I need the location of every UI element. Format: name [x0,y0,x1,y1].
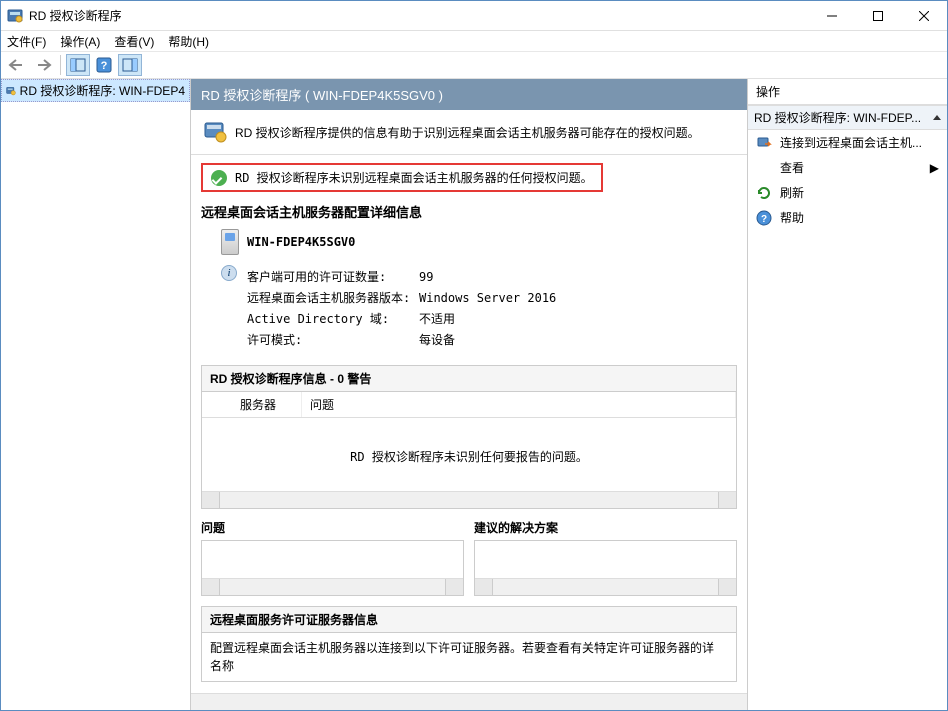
info-icon: i [221,265,237,281]
horizontal-scrollbar[interactable] [202,578,463,595]
main-body: RD 授权诊断程序提供的信息有助于识别远程桌面会话主机服务器可能存在的授权问题。… [191,110,747,693]
actions-header: 操作 [748,79,947,105]
actions-sub-text: RD 授权诊断程序: WIN-FDEP... [754,109,929,126]
grid-header: 服务器 问题 [202,392,736,418]
solution-title: 建议的解决方案 [474,519,737,536]
table-row: 远程桌面会话主机服务器版本:Windows Server 2016 [247,288,556,307]
menubar: 文件(F) 操作(A) 查看(V) 帮助(H) [1,31,947,51]
submenu-arrow-icon: ▶ [930,161,939,175]
success-icon [211,170,227,186]
tree-root-item[interactable]: RD 授权诊断程序: WIN-FDEP4 [1,79,190,102]
help-icon: ? [756,210,772,226]
main-panel: RD 授权诊断程序 ( WIN-FDEP4K5SGV0 ) RD 授权诊断程序提… [191,79,747,710]
blank-icon [756,160,772,176]
warnings-panel: RD 授权诊断程序信息 - 0 警告 服务器 问题 RD 授权诊断程序未识别任何… [201,365,737,509]
license-section: 远程桌面服务许可证服务器信息 配置远程桌面会话主机服务器以连接到以下许可证服务器… [201,606,737,682]
diagnostic-large-icon [203,120,227,144]
toolbar-separator [60,55,61,75]
main-header: RD 授权诊断程序 ( WIN-FDEP4K5SGV0 ) [191,79,747,110]
svg-text:?: ? [761,214,767,225]
server-row: WIN-FDEP4K5SGV0 [221,229,737,255]
titlebar[interactable]: RD 授权诊断程序 [1,1,947,31]
show-actions-button[interactable] [118,54,142,76]
table-row: Active Directory 域:不适用 [247,309,556,328]
warnings-grid: 服务器 问题 RD 授权诊断程序未识别任何要报告的问题。 [202,392,736,508]
connect-icon [756,135,772,151]
info-bar: RD 授权诊断程序提供的信息有助于识别远程桌面会话主机服务器可能存在的授权问题。 [191,110,747,155]
license-title: 远程桌面服务许可证服务器信息 [202,607,736,633]
problem-box [201,540,464,596]
main-horizontal-scrollbar[interactable] [191,693,747,710]
problem-solution-row: 问题 建议的解决方案 [201,519,737,596]
grid-col-problem[interactable]: 问题 [302,392,736,417]
grid-empty-text: RD 授权诊断程序未识别任何要报告的问题。 [202,418,736,491]
tree-root-label: RD 授权诊断程序: WIN-FDEP4 [20,82,185,99]
refresh-icon [756,185,772,201]
table-row: 客户端可用的许可证数量:99 [247,267,556,286]
solution-box [474,540,737,596]
action-view[interactable]: 查看 ▶ [748,155,947,180]
nav-forward-button[interactable] [31,54,55,76]
close-button[interactable] [901,1,947,31]
actions-panel: 操作 RD 授权诊断程序: WIN-FDEP... 连接到远程桌面会话主机...… [747,79,947,710]
problem-title: 问题 [201,519,464,536]
menu-help[interactable]: 帮助(H) [168,33,209,50]
show-tree-button[interactable] [66,54,90,76]
details-table: 客户端可用的许可证数量:99 远程桌面会话主机服务器版本:Windows Ser… [245,265,558,351]
details-row: i 客户端可用的许可证数量:99 远程桌面会话主机服务器版本:Windows S… [221,265,737,351]
svg-text:?: ? [101,60,108,72]
table-row: 许可模式:每设备 [247,330,556,349]
maximize-button[interactable] [855,1,901,31]
info-text: RD 授权诊断程序提供的信息有助于识别远程桌面会话主机服务器可能存在的授权问题。 [235,124,700,141]
action-label: 连接到远程桌面会话主机... [780,134,922,151]
action-help[interactable]: ? 帮助 [748,205,947,230]
diagnostic-icon [6,83,16,99]
config-section: 远程桌面会话主机服务器配置详细信息 WIN-FDEP4K5SGV0 i 客户端可… [201,202,737,351]
server-name: WIN-FDEP4K5SGV0 [247,235,355,249]
menu-action[interactable]: 操作(A) [60,33,100,50]
solution-column: 建议的解决方案 [474,519,737,596]
action-refresh[interactable]: 刷新 [748,180,947,205]
config-title: 远程桌面会话主机服务器配置详细信息 [201,202,737,221]
horizontal-scrollbar[interactable] [475,578,736,595]
tree-panel: RD 授权诊断程序: WIN-FDEP4 [1,79,191,710]
help-button[interactable]: ? [92,54,116,76]
collapse-caret-icon [933,115,941,120]
license-text: 配置远程桌面会话主机服务器以连接到以下许可证服务器。若要查看有关特定许可证服务器… [202,633,736,681]
action-label: 帮助 [780,209,804,226]
grid-col-server[interactable]: 服务器 [232,392,302,417]
toolbar: ? [1,51,947,79]
status-box: RD 授权诊断程序未识别远程桌面会话主机服务器的任何授权问题。 [201,163,603,192]
content-area: RD 授权诊断程序: WIN-FDEP4 RD 授权诊断程序 ( WIN-FDE… [1,79,947,710]
horizontal-scrollbar[interactable] [202,491,736,508]
app-window: RD 授权诊断程序 文件(F) 操作(A) 查看(V) 帮助(H) ? RD 授… [0,0,948,711]
menu-file[interactable]: 文件(F) [7,33,46,50]
action-connect[interactable]: 连接到远程桌面会话主机... [748,130,947,155]
warnings-title: RD 授权诊断程序信息 - 0 警告 [202,366,736,392]
server-icon [221,229,239,255]
problem-column: 问题 [201,519,464,596]
action-label: 刷新 [780,184,804,201]
menu-view[interactable]: 查看(V) [114,33,154,50]
app-icon [7,8,23,24]
action-label: 查看 [780,159,804,176]
window-title: RD 授权诊断程序 [29,7,809,24]
window-controls [809,1,947,31]
nav-back-button[interactable] [5,54,29,76]
minimize-button[interactable] [809,1,855,31]
status-text: RD 授权诊断程序未识别远程桌面会话主机服务器的任何授权问题。 [235,169,593,186]
actions-sub-header[interactable]: RD 授权诊断程序: WIN-FDEP... [748,105,947,130]
